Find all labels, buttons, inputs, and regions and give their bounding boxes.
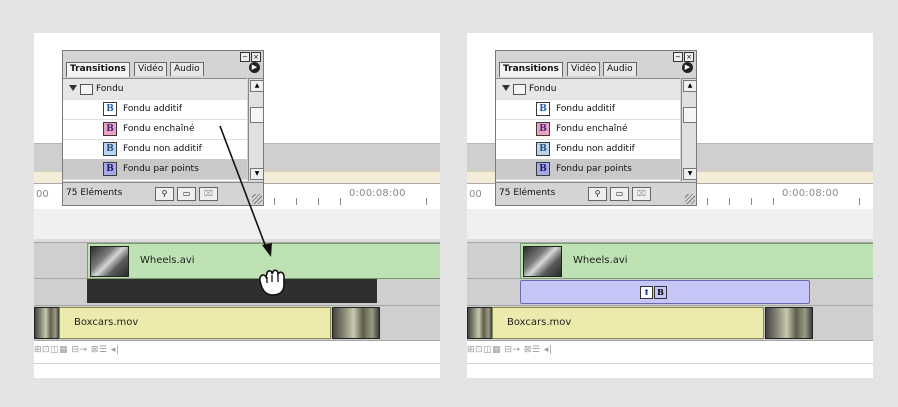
direction-arrow-icon[interactable]: ⬆ <box>640 286 653 299</box>
clip-thumbnail <box>765 307 813 339</box>
transition-icon: B <box>536 102 550 116</box>
transition-icon: B <box>536 142 550 156</box>
tab-transitions[interactable]: Transitions <box>499 62 563 77</box>
drag-arrow-icon <box>219 125 272 257</box>
list-item-label: Fondu par points <box>556 164 632 174</box>
list-folder[interactable]: Fondu <box>496 79 680 100</box>
ruler-left-label: 00 <box>469 189 482 200</box>
clip-wheels[interactable]: Wheels.avi <box>520 243 873 279</box>
timeline-panel-before: 00 0:00:08:00 Wheels.avi Boxcars.mov ⊞⊡◫… <box>34 33 440 378</box>
scrollbar[interactable]: ▲ ▼ <box>681 78 697 181</box>
ruler-tick <box>729 198 730 205</box>
clip-thumbnail <box>523 246 562 277</box>
list-item[interactable]: B Fondu enchaîné <box>496 119 680 140</box>
transition-icon: B <box>536 122 550 136</box>
grab-hand-icon <box>259 269 285 296</box>
timeline-controls[interactable]: ⊞⊡◫▦ ⊟→ ⊠☰ ◂| <box>467 345 552 355</box>
transitions-list: Fondu B Fondu additif B Fondu enchaîné B… <box>496 78 680 181</box>
ruler-time-label: 0:00:08:00 <box>782 188 839 199</box>
resize-grip-icon[interactable] <box>685 194 695 204</box>
transition-clip-fondu-par-points[interactable]: ⬆ B <box>520 280 810 304</box>
list-item-label: Fondu non additif <box>556 144 635 154</box>
new-folder-icon[interactable]: ▭ <box>610 187 629 201</box>
folder-label: Fondu <box>529 84 557 94</box>
palette-statusbar: 75 Eléments ⚲ ▭ ⌧ <box>496 182 696 205</box>
list-item[interactable]: B Fondu additif <box>496 99 680 120</box>
ruler-tick <box>773 198 774 205</box>
ruler-tick <box>707 198 708 205</box>
clip-label: Wheels.avi <box>573 255 628 266</box>
list-item-label: Fondu enchaîné <box>556 124 628 134</box>
scroll-down-icon[interactable]: ▼ <box>683 168 697 180</box>
trash-icon[interactable]: ⌧ <box>632 187 651 201</box>
binoculars-icon[interactable]: ⚲ <box>588 187 607 201</box>
list-item[interactable]: B Fondu non additif <box>496 139 680 160</box>
divider <box>467 363 873 364</box>
ruler-tick <box>859 198 860 205</box>
tab-video[interactable]: Vidéo <box>567 62 601 76</box>
close-icon[interactable]: × <box>684 52 694 62</box>
folder-icon <box>513 84 526 95</box>
scroll-thumb[interactable] <box>683 107 697 123</box>
list-item-label: Fondu additif <box>556 104 615 114</box>
empty-track-area <box>467 209 873 239</box>
disclosure-triangle-icon[interactable] <box>502 85 510 91</box>
palette-titlebar[interactable]: − × <box>496 51 696 62</box>
palette-menu-arrow-icon[interactable]: ▶ <box>682 62 693 73</box>
transitions-palette[interactable]: − × Transitions Vidéo Audio ▶ Fondu B Fo… <box>495 50 697 206</box>
ruler-tick <box>751 198 752 205</box>
minimize-icon[interactable]: − <box>673 52 683 62</box>
fondu-par-points-icon: B <box>654 286 667 299</box>
item-count: 75 Eléments <box>499 188 556 198</box>
clip-boxcars[interactable]: Boxcars.mov <box>492 307 764 339</box>
tab-audio[interactable]: Audio <box>603 62 637 76</box>
list-item-selected[interactable]: B Fondu par points <box>496 159 680 180</box>
clip-thumbnail <box>467 307 493 339</box>
clip-label: Boxcars.mov <box>507 317 572 328</box>
transition-icon: B <box>536 162 550 176</box>
scroll-up-icon[interactable]: ▲ <box>683 80 697 92</box>
timeline-panel-after: 00 0:00:08:00 Wheels.avi ⬆ B Boxcars.mov… <box>467 33 873 378</box>
